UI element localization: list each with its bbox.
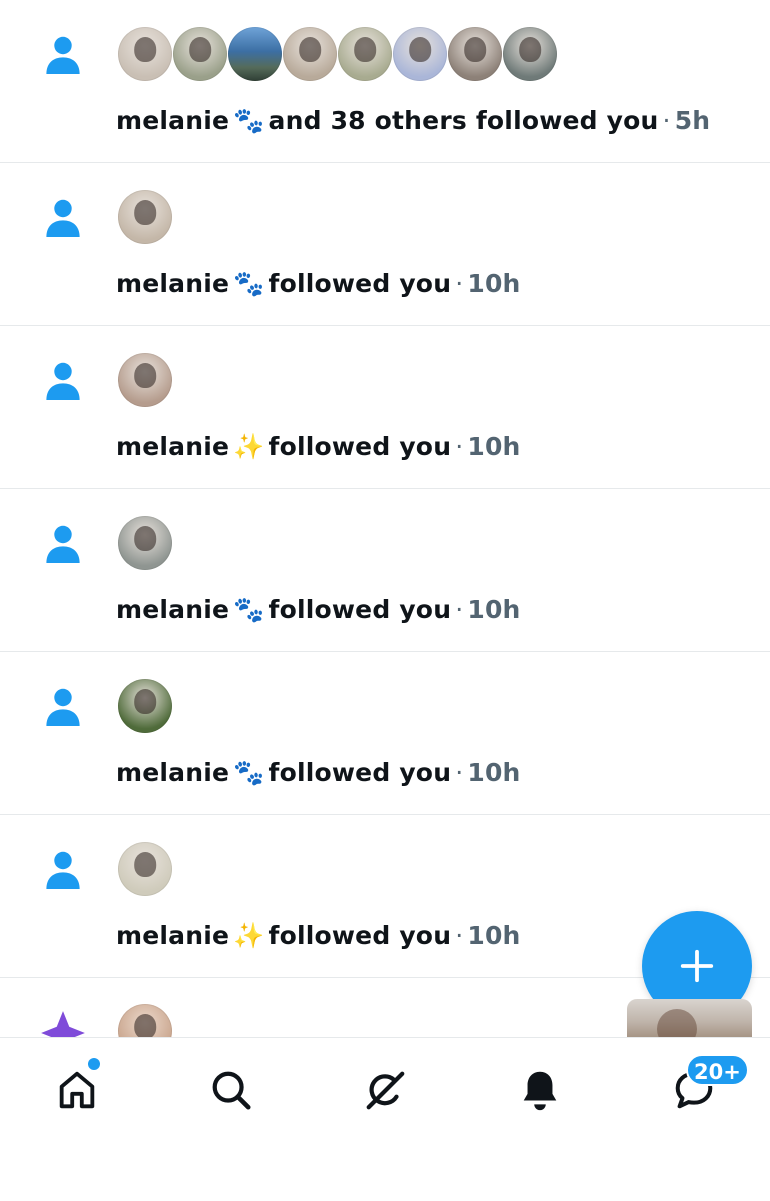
nav-notifications[interactable] [510, 1060, 570, 1120]
avatar[interactable] [228, 27, 282, 81]
messages-badge: 20+ [686, 1054, 749, 1086]
nav-home[interactable] [47, 1060, 107, 1120]
avatar[interactable] [118, 190, 172, 244]
avatar[interactable] [338, 27, 392, 81]
bell-icon [523, 1071, 557, 1111]
nav-search[interactable] [201, 1060, 261, 1120]
avatar-group [118, 190, 173, 244]
notification-text: melanie 🐾 and 38 others followed you · 5h [116, 106, 710, 136]
avatar[interactable] [118, 842, 172, 896]
avatar[interactable] [118, 1004, 172, 1037]
star-icon [41, 1011, 85, 1037]
separator-dot: · [455, 595, 464, 624]
bottom-navigation: 20+ [0, 1037, 770, 1201]
avatar[interactable] [173, 27, 227, 81]
timestamp: 10h [467, 595, 521, 624]
avatar[interactable] [118, 516, 172, 570]
name-emoji: 🐾 [233, 758, 265, 787]
user-name[interactable]: melanie [116, 269, 229, 298]
user-name[interactable]: melanie [116, 921, 229, 950]
notification-action: followed you [268, 758, 452, 787]
nav-grok[interactable] [355, 1060, 415, 1120]
person-icon [46, 851, 80, 889]
person-icon [46, 525, 80, 563]
home-unread-dot [88, 1058, 100, 1070]
avatar-group [118, 679, 173, 733]
notification-item[interactable]: melanie 🐾 followed you · 10h [0, 652, 770, 815]
avatar[interactable] [503, 27, 557, 81]
notification-action: followed you [268, 432, 452, 461]
notification-item[interactable]: melanie 🐾 followed you · 10h [0, 489, 770, 652]
separator-dot: · [662, 106, 671, 135]
notification-text: melanie ✨ followed you · 10h [116, 432, 521, 462]
search-icon [212, 1071, 251, 1110]
notification-item[interactable]: melanie 🐾 followed you · 10h [0, 163, 770, 326]
name-emoji: ✨ [233, 432, 265, 461]
notification-text: melanie 🐾 followed you · 10h [116, 595, 521, 625]
avatar-group [118, 27, 558, 81]
avatar-group [118, 353, 173, 407]
timestamp: 10h [467, 921, 521, 950]
avatar[interactable] [283, 27, 337, 81]
user-name[interactable]: melanie [116, 758, 229, 787]
timestamp: 10h [467, 758, 521, 787]
notification-text: melanie 🐾 followed you · 10h [116, 269, 521, 299]
notification-action: and 38 others followed you [268, 106, 659, 135]
user-name[interactable]: melanie [116, 595, 229, 624]
name-emoji: 🐾 [233, 269, 265, 298]
timestamp: 10h [467, 269, 521, 298]
avatar-group [118, 842, 173, 896]
home-icon [59, 1071, 95, 1109]
notifications-feed: melanie 🐾 and 38 others followed you · 5h mel… [0, 0, 770, 1037]
grok-icon [366, 1071, 405, 1110]
notification-item[interactable]: melanie 🐾 and 38 others followed you · 5h [0, 0, 770, 163]
person-icon [46, 199, 80, 237]
notification-text: melanie ✨ followed you · 10h [116, 921, 521, 951]
person-icon [46, 36, 80, 74]
timestamp: 5h [674, 106, 711, 135]
separator-dot: · [455, 269, 464, 298]
plus-icon [680, 949, 714, 983]
name-emoji: ✨ [233, 921, 265, 950]
person-icon [46, 688, 80, 726]
notification-action: followed you [268, 921, 452, 950]
notification-text: melanie 🐾 followed you · 10h [116, 758, 521, 788]
avatar-group [118, 516, 173, 570]
avatar[interactable] [118, 353, 172, 407]
notification-action: followed you [268, 269, 452, 298]
name-emoji: 🐾 [233, 106, 265, 135]
floating-video-thumbnail[interactable] [627, 999, 752, 1037]
notification-action: followed you [268, 595, 452, 624]
avatar[interactable] [118, 27, 172, 81]
avatar[interactable] [393, 27, 447, 81]
name-emoji: 🐾 [233, 595, 265, 624]
avatar[interactable] [448, 27, 502, 81]
user-name[interactable]: melanie [116, 106, 229, 135]
separator-dot: · [455, 432, 464, 461]
separator-dot: · [455, 921, 464, 950]
avatar[interactable] [118, 679, 172, 733]
person-icon [46, 362, 80, 400]
user-name[interactable]: melanie [116, 432, 229, 461]
separator-dot: · [455, 758, 464, 787]
timestamp: 10h [467, 432, 521, 461]
notification-item[interactable]: melanie ✨ followed you · 10h [0, 326, 770, 489]
